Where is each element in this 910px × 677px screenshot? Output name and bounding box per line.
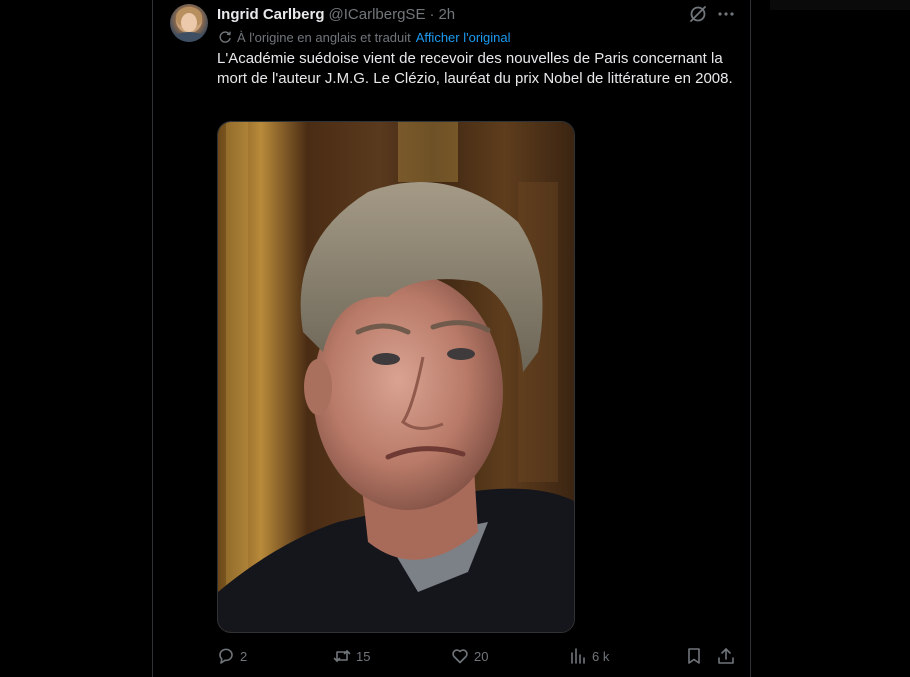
like-count: 20 [474, 648, 489, 664]
like-button[interactable]: 20 [451, 645, 488, 667]
author-handle[interactable]: @ICarlbergSE [329, 6, 426, 23]
action-bar: 2 15 20 6 k [217, 645, 742, 667]
share-icon [718, 648, 734, 664]
grok-icon[interactable] [688, 4, 708, 24]
views-icon [571, 648, 585, 664]
avatar-body [173, 32, 205, 42]
top-bar-strip [770, 0, 910, 10]
translation-note: À l'origine en anglais et traduit [237, 29, 411, 45]
bookmark-button[interactable] [685, 645, 708, 667]
tweet-photo[interactable] [217, 121, 575, 633]
repost-button[interactable]: 15 [333, 645, 370, 667]
translation-row: À l'origine en anglais et traduit Affich… [218, 29, 511, 45]
header-separator: · [429, 5, 435, 23]
author-name[interactable]: Ingrid Carlberg [217, 6, 325, 23]
portrait-photo [218, 122, 574, 632]
repost-count: 15 [356, 648, 371, 664]
views-button[interactable]: 6 k [569, 645, 609, 667]
avatar-face [181, 13, 197, 32]
translate-icon [219, 31, 231, 43]
reply-button[interactable]: 2 [217, 645, 247, 667]
share-button[interactable] [717, 645, 740, 667]
tweet-header: Ingrid Carlberg @ICarlbergSE · 2h [217, 5, 455, 23]
bookmark-icon [688, 648, 700, 664]
more-icon[interactable] [716, 4, 736, 24]
tweet-time[interactable]: 2h [438, 6, 455, 23]
tweet-text: L'Académie suédoise vient de recevoir de… [217, 50, 733, 87]
reply-count: 2 [240, 648, 248, 664]
avatar[interactable] [170, 4, 208, 42]
heart-icon [452, 649, 468, 664]
views-count: 6 k [592, 648, 610, 664]
reply-icon [219, 648, 233, 664]
repost-icon [333, 650, 351, 662]
show-original-link[interactable]: Afficher l'original [416, 30, 511, 45]
